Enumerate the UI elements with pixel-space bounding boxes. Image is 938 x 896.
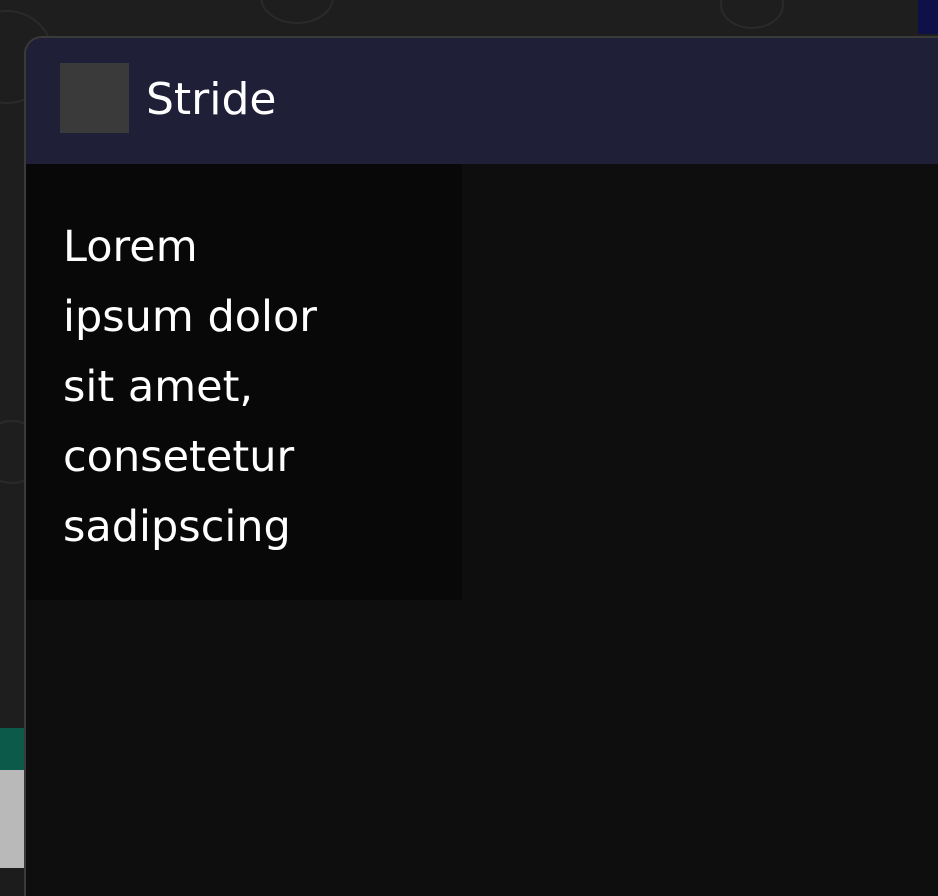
app-window: Stride Lorem ipsum dolor sit amet, conse… — [24, 36, 938, 896]
app-icon — [60, 63, 129, 133]
desktop-corner-accent — [918, 0, 938, 34]
wallpaper-doodle — [720, 0, 784, 29]
wallpaper-doodle — [260, 0, 334, 24]
text-panel: Lorem ipsum dolor sit amet, consetetur s… — [26, 164, 462, 600]
lorem-text: Lorem ipsum dolor sit amet, consetetur s… — [63, 222, 317, 552]
window-content: Lorem ipsum dolor sit amet, consetetur s… — [26, 164, 938, 896]
window-title: Stride — [146, 74, 277, 125]
title-bar[interactable]: Stride — [26, 38, 938, 164]
